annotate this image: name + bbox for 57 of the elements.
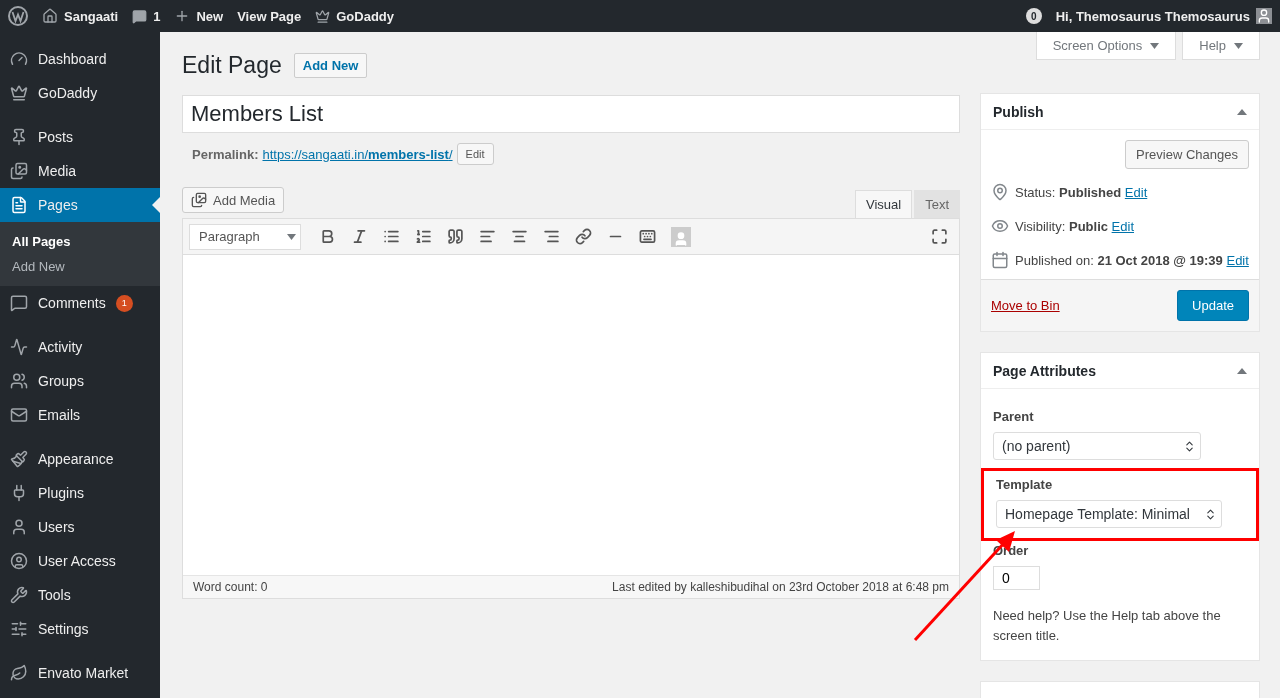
submenu-item[interactable]: Add New <box>0 254 160 279</box>
add-new-button[interactable]: Add New <box>293 53 368 78</box>
submenu-item[interactable]: All Pages <box>0 229 160 254</box>
menu-item[interactable]: Posts <box>0 120 160 154</box>
edit-link[interactable]: Edit <box>1111 219 1134 234</box>
menu-item[interactable]: Tools <box>0 578 160 612</box>
edit-permalink-button[interactable]: Edit <box>456 143 494 165</box>
title-field[interactable]: Members List <box>182 95 960 133</box>
help-text: Need help? Use the Help tab above the screen title. <box>993 607 1222 645</box>
menu-item[interactable]: Dashboard <box>0 42 160 76</box>
format-select[interactable]: Paragraph <box>189 223 301 250</box>
menu-item[interactable]: Appearance <box>0 442 160 476</box>
menu-item[interactable]: Emails <box>0 398 160 432</box>
permalink-label: Permalink: <box>192 146 259 162</box>
menu-item[interactable]: Users <box>0 510 160 544</box>
edit-link[interactable]: Edit <box>1124 185 1148 200</box>
comments-link[interactable]: 1 <box>132 8 161 24</box>
field-label: Template <box>996 477 1054 492</box>
menu-item[interactable]: Envato Market <box>0 656 160 690</box>
order-field[interactable]: 0 <box>993 566 1040 590</box>
publish-status-text: Status: Published Edit <box>1015 184 1148 202</box>
editor-tab[interactable]: Visual <box>854 190 913 218</box>
publish-status-text: Visibility: Public Edit <box>1015 218 1134 236</box>
publish-status-text: Published on: 21 Oct 2018 @ 19:39 Edit <box>1015 252 1249 270</box>
screen-meta-tab[interactable]: Screen Options <box>1035 32 1177 60</box>
field-label: Parent <box>993 409 1035 424</box>
menu-item[interactable]: Settings <box>0 612 160 646</box>
editor-tab[interactable]: Text <box>914 190 960 218</box>
move-to-bin-link[interactable]: Move to Bin <box>991 298 1060 313</box>
menu-item[interactable]: GoDaddy <box>0 76 160 110</box>
site-link[interactable]: Sangaati <box>42 8 119 24</box>
panel-title: Page Attributes <box>993 362 1096 379</box>
menu-item[interactable]: Activity <box>0 330 160 364</box>
godaddy-link[interactable]: GoDaddy <box>315 8 395 24</box>
screen-meta-tab[interactable]: Help <box>1182 32 1260 60</box>
page-heading: Edit Page <box>182 52 282 79</box>
panel-title: Publish <box>993 103 1044 120</box>
word-count: Word count: 0 <box>193 580 268 594</box>
new-link[interactable]: New <box>174 8 224 24</box>
add-media-button[interactable]: Add Media <box>182 187 285 213</box>
permalink-link[interactable]: https://sangaati.in/members-list/ <box>262 146 453 162</box>
menu-item[interactable]: Plugins <box>0 476 160 510</box>
menu-item[interactable]: User Access <box>0 544 160 578</box>
last-edited-text: Last edited by kalleshibudihal on 23rd October 2018 at 6:48 pm <box>612 580 949 594</box>
preview-changes-button[interactable]: Preview Changes <box>1125 140 1249 169</box>
count-badge: 1 <box>115 294 133 312</box>
menu-item[interactable]: Pages <box>0 188 160 222</box>
notification-count[interactable]: 0 <box>1025 8 1042 24</box>
menu-item[interactable]: Groups <box>0 364 160 398</box>
parent-select[interactable]: (no parent) <box>993 432 1201 460</box>
menu-item[interactable]: Media <box>0 154 160 188</box>
template-select[interactable]: Homepage Template: Minimal <box>996 500 1222 528</box>
update-button[interactable]: Update <box>1177 290 1249 321</box>
edit-link[interactable]: Edit <box>1226 253 1249 268</box>
account-link[interactable]: Hi, Themosaurus Themosaurus <box>1055 8 1272 24</box>
menu-item[interactable]: Comments 1 <box>0 286 160 320</box>
view-page-link[interactable]: View Page <box>237 8 302 24</box>
